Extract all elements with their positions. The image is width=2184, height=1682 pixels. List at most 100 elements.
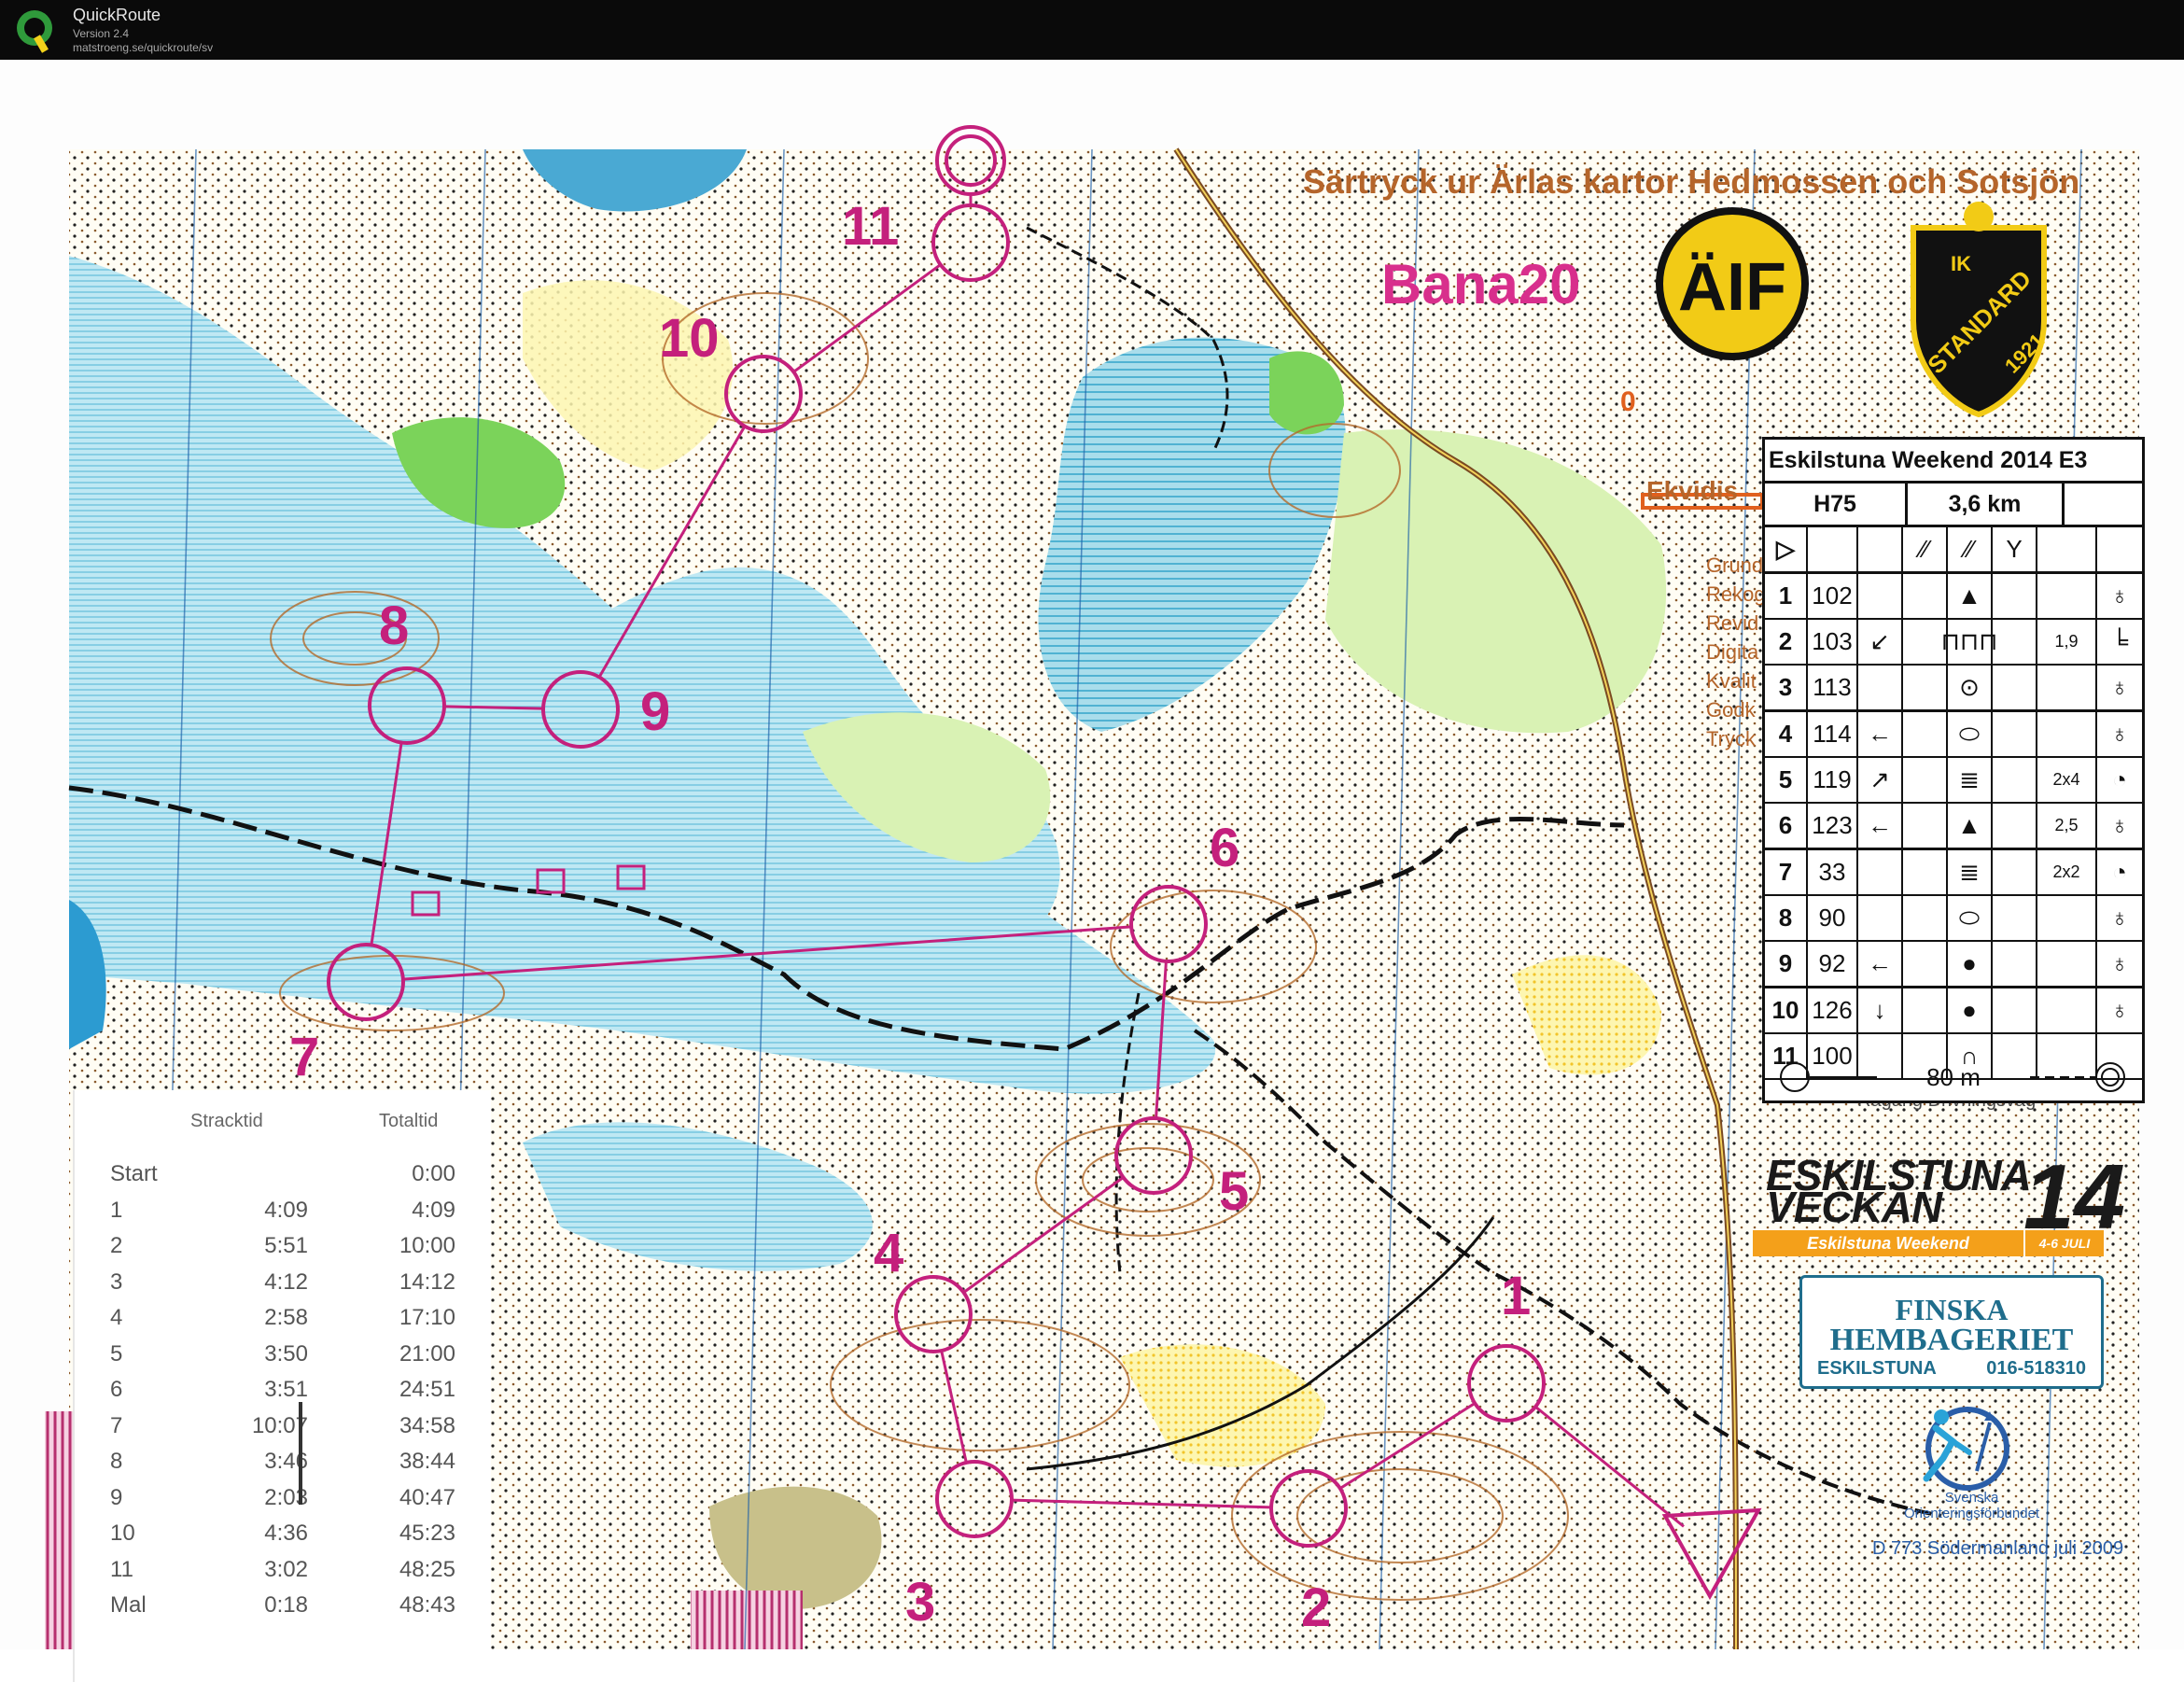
control-number-8: 8 xyxy=(379,596,410,656)
split-times-panel: Stracktid Totaltid Start 0:00 1 4:09 4:09 2 5:… xyxy=(73,1090,491,1682)
cd-finish-row: 80 m xyxy=(1765,1054,2142,1100)
control-number-5: 5 xyxy=(1219,1161,1250,1222)
cd-direction-icon xyxy=(1858,666,1903,709)
control-number-3: 3 xyxy=(905,1572,936,1633)
start-triangle-icon: ▷ xyxy=(1765,527,1808,571)
split-label: 10 xyxy=(110,1521,135,1546)
scale-zero-label: 0 xyxy=(1620,386,1636,417)
cd-control-code: 113 xyxy=(1808,666,1858,709)
cd-blank-cell xyxy=(1993,666,2037,709)
finish-line-icon: 80 m xyxy=(1780,1062,2125,1092)
split-total-time: 48:43 xyxy=(399,1592,455,1618)
cd-control-number: 2 xyxy=(1765,620,1808,664)
cd-control-number: 9 xyxy=(1765,942,1808,986)
split-row: 1 4:09 4:09 xyxy=(75,1192,491,1228)
cd-location-icon: ♁ xyxy=(2110,582,2129,610)
split-leg-time: 10:07 xyxy=(251,1412,308,1438)
cd-direction-icon: ← xyxy=(1858,712,1903,756)
split-leg-time: 0:18 xyxy=(264,1592,308,1618)
event-logo-dates: 4-6 JULI xyxy=(2025,1230,2104,1256)
federation-runner-logo-icon xyxy=(1923,1407,2009,1491)
split-row: Mal 0:18 48:43 xyxy=(75,1587,491,1623)
cd-location-icon: ♁ xyxy=(2110,811,2129,839)
cd-location-icon: ♁ xyxy=(2110,904,2129,932)
split-label: Start xyxy=(110,1161,158,1186)
bakery-phone: 016-518310 xyxy=(1986,1358,2086,1379)
split-leg-time: 4:36 xyxy=(264,1521,308,1546)
split-leg-time: 4:09 xyxy=(264,1197,308,1223)
cd-control-number: 5 xyxy=(1765,758,1808,802)
cd-blank-cell xyxy=(1903,712,1948,756)
split-row: 6 3:51 24:51 xyxy=(75,1371,491,1408)
split-leg-time: 2:03 xyxy=(264,1484,308,1510)
cd-control-code: 119 xyxy=(1808,758,1858,802)
split-label: Mal xyxy=(110,1592,147,1618)
cd-dimension xyxy=(2037,666,2097,709)
cd-location-icon: ◔ xyxy=(2112,858,2127,886)
split-row: Start 0:00 xyxy=(75,1156,491,1192)
eskilstuna-veckan-logo: ESKILSTUNA VECKAN 14 Eskilstuna Weekend … xyxy=(1751,1145,2125,1256)
cd-feature-icon: ● xyxy=(1948,942,1993,986)
splits-rows: Start 0:00 1 4:09 4:09 2 5:51 10:00 3 4:12 14:12 4 2… xyxy=(75,1156,491,1623)
cd-direction-icon xyxy=(1858,574,1903,618)
cd-control-number: 4 xyxy=(1765,712,1808,756)
cd-direction-icon: ↓ xyxy=(1858,988,1903,1032)
cd-control-code: 123 xyxy=(1808,804,1858,848)
split-total-time: 21:00 xyxy=(399,1340,455,1367)
cd-location-icon: ♁ xyxy=(2110,949,2129,977)
cd-control-code: 114 xyxy=(1808,712,1858,756)
control-number-1: 1 xyxy=(1501,1266,1532,1326)
split-label: 4 xyxy=(110,1305,123,1330)
cd-blank-cell xyxy=(1903,666,1948,709)
split-total-time: 0:00 xyxy=(412,1161,455,1186)
cd-control-code: 126 xyxy=(1808,988,1858,1032)
cd-location-icon: ◔ xyxy=(2112,765,2127,793)
split-total-time: 24:51 xyxy=(399,1377,455,1402)
cd-dimension: 2,5 xyxy=(2037,804,2097,848)
split-row: 7 10:07 34:58 xyxy=(75,1408,491,1444)
cd-location-icon: ╘ xyxy=(2110,627,2129,655)
split-label: 5 xyxy=(110,1340,123,1367)
cd-control-number: 1 xyxy=(1765,574,1808,618)
split-leg-time: 5:51 xyxy=(264,1233,308,1258)
map-view[interactable]: ÄIF IK STANDARD 1921 Särtryck ur Ärlas k… xyxy=(0,60,2184,1682)
split-row: 9 2:03 40:47 xyxy=(75,1479,491,1516)
split-row: 3 4:12 14:12 xyxy=(75,1264,491,1300)
split-leg-time: 3:02 xyxy=(264,1556,308,1582)
cd-blank-cell xyxy=(1993,896,2037,940)
metadata-line: Digita xyxy=(1706,640,1759,664)
cd-blank-cell xyxy=(1993,620,2037,664)
cd-direction-icon: ← xyxy=(1858,942,1903,986)
cd-control-code: 102 xyxy=(1808,574,1858,618)
cd-event-title: Eskilstuna Weekend 2014 E3 xyxy=(1765,440,2142,484)
club-logo-aif-text: ÄIF xyxy=(1678,250,1786,325)
metadata-line: Rekog xyxy=(1706,582,1766,606)
cd-control-row: 6 123 ← ▲ 2,5 ♁ xyxy=(1765,804,2142,850)
splits-bracket-mark xyxy=(299,1402,302,1505)
event-logo-tag: Eskilstuna Weekend xyxy=(1753,1230,2023,1256)
cd-finish-distance: 80 m xyxy=(1926,1063,1981,1091)
split-label: 8 xyxy=(110,1449,123,1474)
cd-control-code: 33 xyxy=(1808,850,1858,894)
cd-blank-cell xyxy=(1903,896,1948,940)
split-row: 4 2:58 17:10 xyxy=(75,1299,491,1336)
control-number-10: 10 xyxy=(659,308,720,369)
split-leg-time: 3:50 xyxy=(264,1340,308,1367)
split-total-time: 4:09 xyxy=(412,1197,455,1223)
cd-class: H75 xyxy=(1765,484,1908,525)
control-number-4: 4 xyxy=(874,1223,904,1283)
control-number-7: 7 xyxy=(289,1027,320,1087)
cd-control-row: 5 119 ↗ ≣ 2x4 ◔ xyxy=(1765,758,2142,804)
cd-control-row: 4 114 ← ⬭ ♁ xyxy=(1765,712,2142,758)
cd-control-number: 7 xyxy=(1765,850,1808,894)
cd-feature-icon: ≣ xyxy=(1948,850,1993,894)
federation-line1: Svenska xyxy=(1944,1490,1999,1506)
cd-control-number: 6 xyxy=(1765,804,1808,848)
split-total-time: 40:47 xyxy=(399,1484,455,1510)
contour-interval-label: Ekvidis xyxy=(1646,476,1739,505)
metadata-line: Godk xyxy=(1706,698,1756,722)
cd-feature-icon: ⬭ xyxy=(1948,896,1993,940)
cd-feature-icon: ● xyxy=(1948,988,1993,1032)
cd-dimension xyxy=(2037,574,2097,618)
splits-header-leg: Stracktid xyxy=(190,1111,263,1131)
